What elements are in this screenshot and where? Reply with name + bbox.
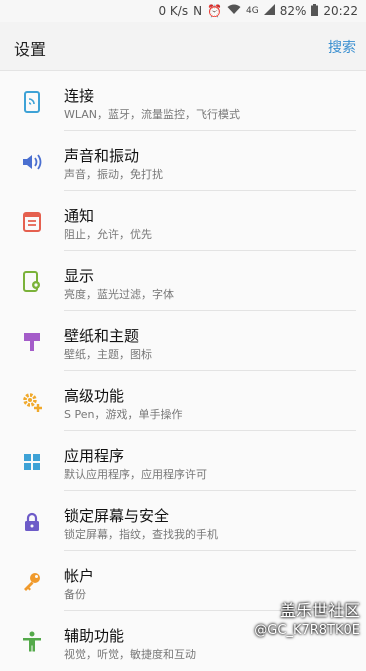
- alarm-icon: ⏰: [207, 4, 223, 18]
- settings-item-label: 显示: [64, 267, 95, 285]
- status-bar: 0 K/s N ⏰ 4G 82% 20:22: [0, 0, 366, 22]
- settings-item-subtitle: 声音，振动，免打扰: [64, 168, 163, 181]
- advanced-gear-icon: [20, 390, 44, 414]
- battery-icon: [311, 3, 319, 19]
- connection-icon: [20, 90, 44, 114]
- settings-item-wallpaper-themes[interactable]: 壁纸和主题 壁纸，主题，图标: [0, 311, 366, 371]
- sound-icon: [20, 150, 44, 174]
- settings-item-subtitle: 默认应用程序，应用程序许可: [64, 468, 207, 481]
- settings-item-label: 高级功能: [64, 387, 125, 405]
- app-bar: 设置 搜索: [0, 22, 366, 71]
- settings-item-label: 连接: [64, 87, 95, 105]
- settings-item-notifications[interactable]: 通知 阻止，允许，优先: [0, 191, 366, 251]
- settings-item-subtitle: 视觉，听觉，敏捷度和互动: [64, 648, 196, 661]
- settings-item-label: 辅助功能: [64, 627, 125, 645]
- settings-item-subtitle: 备份: [64, 588, 86, 601]
- settings-item-display[interactable]: 显示 亮度，蓝光过滤，字体: [0, 251, 366, 311]
- signal-icon: [263, 4, 275, 18]
- display-icon: [20, 270, 44, 294]
- settings-item-connections[interactable]: 连接 WLAN，蓝牙，流量监控，飞行模式: [0, 71, 366, 131]
- settings-list: 连接 WLAN，蓝牙，流量监控，飞行模式 声音和振动 声音，振动，免打扰 通知 …: [0, 71, 366, 671]
- settings-item-lock-screen-security[interactable]: 锁定屏幕与安全 锁定屏幕，指纹，查找我的手机: [0, 491, 366, 551]
- notification-icon: [20, 210, 44, 234]
- watermark-username: @GC_K7R8TK0E: [254, 623, 360, 638]
- settings-item-subtitle: 壁纸，主题，图标: [64, 348, 152, 361]
- clock: 20:22: [323, 4, 358, 18]
- settings-item-label: 锁定屏幕与安全: [64, 507, 170, 525]
- settings-item-subtitle: 亮度，蓝光过滤，字体: [64, 288, 174, 301]
- nfc-icon: N: [193, 4, 203, 18]
- apps-icon: [20, 450, 44, 474]
- settings-item-label: 帐户: [64, 567, 95, 585]
- settings-item-subtitle: WLAN，蓝牙，流量监控，飞行模式: [64, 108, 241, 121]
- battery-percent: 82%: [279, 4, 307, 18]
- settings-item-sound[interactable]: 声音和振动 声音，振动，免打扰: [0, 131, 366, 191]
- settings-item-label: 声音和振动: [64, 147, 140, 165]
- settings-item-applications[interactable]: 应用程序 默认应用程序，应用程序许可: [0, 431, 366, 491]
- settings-item-label: 应用程序: [64, 447, 125, 465]
- settings-item-advanced-features[interactable]: 高级功能 S Pen，游戏，单手操作: [0, 371, 366, 431]
- lock-icon: [20, 510, 44, 534]
- watermark-community: 盖乐世社区: [279, 601, 360, 620]
- wifi-icon: [227, 4, 241, 18]
- settings-item-subtitle: S Pen，游戏，单手操作: [64, 408, 183, 421]
- wallpaper-icon: [20, 330, 44, 354]
- page-title: 设置: [14, 40, 47, 59]
- settings-item-subtitle: 阻止，允许，优先: [64, 228, 152, 241]
- settings-item-subtitle: 锁定屏幕，指纹，查找我的手机: [64, 528, 218, 541]
- network-type: 4G: [246, 6, 259, 16]
- accessibility-icon: [20, 630, 44, 654]
- key-icon: [20, 570, 44, 594]
- search-button[interactable]: 搜索: [328, 37, 356, 57]
- settings-item-label: 壁纸和主题: [64, 327, 140, 345]
- settings-item-label: 通知: [64, 207, 95, 225]
- network-speed: 0 K/s: [158, 4, 189, 18]
